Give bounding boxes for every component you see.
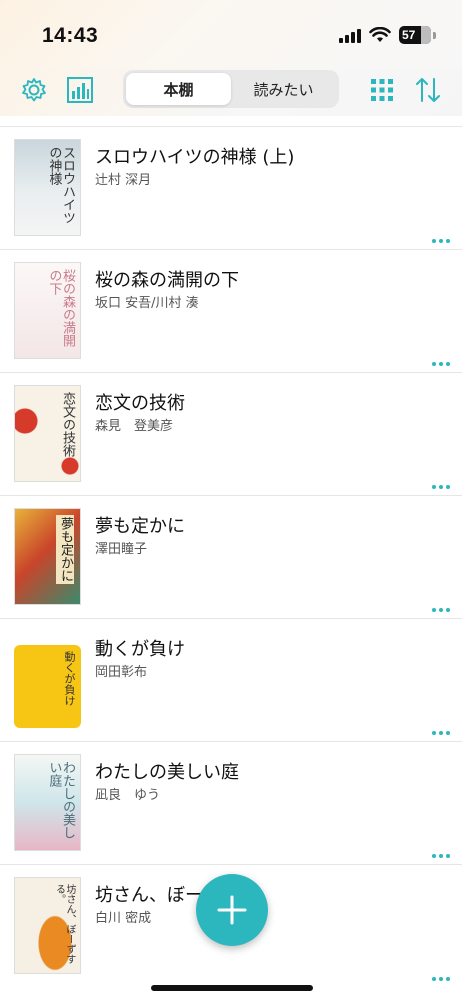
status-time: 14:43 — [42, 24, 99, 47]
stats-button[interactable] — [64, 74, 96, 106]
book-row[interactable]: 夢も定かに 夢も定かに 澤田瞳子 — [0, 495, 462, 618]
tab-bookshelf[interactable]: 本棚 — [126, 73, 231, 105]
more-options-button[interactable] — [432, 608, 450, 612]
book-cover: 夢も定かに — [14, 508, 81, 605]
status-icons: 57 — [339, 26, 436, 44]
more-options-button[interactable] — [432, 485, 450, 489]
sort-arrows-icon — [416, 78, 440, 102]
plus-icon — [217, 895, 247, 925]
book-author: 岡田彰布 — [95, 665, 148, 680]
book-author: 坂口 安吾/川村 湊 — [95, 296, 199, 311]
shelf-tab-switcher: 本棚 読みたい — [123, 70, 339, 108]
book-cover: 恋文の技術 — [14, 385, 81, 482]
cover-title: スロウハイツの神様 — [46, 146, 75, 224]
more-options-button[interactable] — [432, 854, 450, 858]
book-row[interactable]: 動くが負け 動くが負け 岡田彰布 — [0, 618, 462, 741]
toolbar: 本棚 読みたい — [0, 68, 462, 116]
grid-view-button[interactable] — [366, 74, 398, 106]
book-cover: 動くが負け — [14, 631, 81, 728]
book-cover: わたしの美しい庭 — [14, 754, 81, 851]
cover-title: 桜の森の満開の下 — [46, 269, 75, 347]
book-title: 夢も定かに — [95, 516, 185, 537]
book-cover: スロウハイツの神様 — [14, 139, 81, 236]
battery-level: 57 — [402, 28, 416, 42]
book-title: 動くが負け — [95, 639, 185, 660]
book-cover: 坊さん、ぼーずする。 — [14, 877, 81, 974]
cover-title: わたしの美しい庭 — [46, 761, 75, 839]
book-row[interactable]: わたしの美しい庭 わたしの美しい庭 凪良 ゆう — [0, 741, 462, 864]
grid-icon — [371, 79, 393, 101]
book-row[interactable]: スロウハイツの神様 スロウハイツの神様 (上) 辻村 深月 — [0, 126, 462, 249]
settings-button[interactable] — [18, 74, 50, 106]
book-author: 辻村 深月 — [95, 173, 152, 188]
tab-want-to-read[interactable]: 読みたい — [231, 73, 336, 105]
home-indicator — [151, 985, 313, 991]
book-title: スロウハイツの神様 (上) — [95, 147, 295, 168]
more-options-button[interactable] — [432, 362, 450, 366]
more-options-button[interactable] — [432, 731, 450, 735]
book-cover: 桜の森の満開の下 — [14, 262, 81, 359]
book-title: わたしの美しい庭 — [95, 762, 239, 783]
book-list: スロウハイツの神様 スロウハイツの神様 (上) 辻村 深月 桜の森の満開の下 桜… — [0, 126, 462, 987]
add-book-button[interactable] — [196, 874, 268, 946]
status-bar: 14:43 57 — [0, 0, 462, 68]
book-row[interactable]: 桜の森の満開の下 桜の森の満開の下 坂口 安吾/川村 湊 — [0, 249, 462, 372]
battery-tip — [433, 31, 436, 39]
wifi-icon — [369, 27, 391, 42]
sort-button[interactable] — [412, 74, 444, 106]
battery-icon: 57 — [399, 26, 431, 44]
more-options-button[interactable] — [432, 239, 450, 243]
signal-icon — [339, 27, 361, 43]
cover-title: 動くが負け — [63, 651, 76, 706]
book-author: 澤田瞳子 — [95, 542, 148, 557]
book-title: 桜の森の満開の下 — [95, 270, 239, 291]
bar-chart-icon — [67, 77, 93, 103]
cover-title: 坊さん、ぼーずする。 — [53, 884, 76, 964]
book-title: 恋文の技術 — [95, 393, 185, 414]
app-screen: 14:43 57 本棚 読みたい スロウハイツの神様 スロウハイツの神様 (上)… — [0, 0, 462, 1000]
book-row[interactable]: 恋文の技術 恋文の技術 森見 登美彦 — [0, 372, 462, 495]
cover-title: 恋文の技術 — [60, 392, 75, 457]
book-author: 森見 登美彦 — [95, 419, 174, 434]
cover-title: 夢も定かに — [56, 515, 74, 584]
book-author: 凪良 ゆう — [95, 788, 161, 803]
book-author: 白川 密成 — [95, 911, 152, 926]
gear-icon — [22, 78, 46, 102]
more-options-button[interactable] — [432, 977, 450, 981]
